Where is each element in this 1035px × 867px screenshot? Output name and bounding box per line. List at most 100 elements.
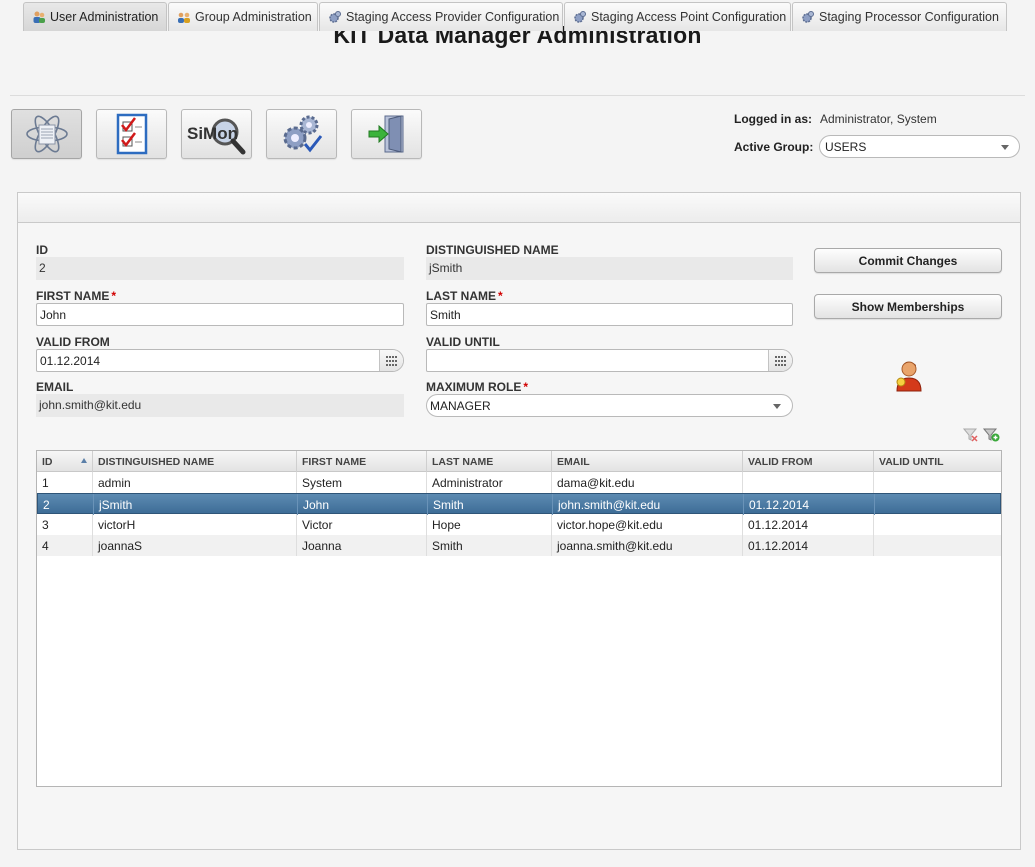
cell-distinguished-name: joannaS bbox=[93, 535, 297, 556]
sort-ascending-icon bbox=[81, 458, 87, 463]
tab-label: Staging Access Point Configuration bbox=[591, 10, 787, 24]
valid-until-input[interactable] bbox=[426, 349, 793, 372]
chevron-down-icon bbox=[1001, 145, 1009, 150]
column-header-id[interactable]: ID bbox=[37, 451, 93, 472]
cell-id: 3 bbox=[37, 514, 93, 535]
simon-search-icon: SiMon bbox=[187, 118, 245, 155]
maximum-role-label-text: MAXIMUM ROLE bbox=[426, 380, 522, 394]
cell-valid-until bbox=[874, 472, 1001, 493]
atom-data-icon bbox=[25, 115, 68, 153]
cell-last-name: Smith bbox=[428, 494, 553, 515]
active-group-value: USERS bbox=[825, 140, 867, 154]
calendar-icon[interactable] bbox=[768, 350, 792, 371]
email-field: john.smith@kit.edu bbox=[36, 394, 404, 417]
valid-from-input[interactable]: 01.12.2014 bbox=[36, 349, 404, 372]
user-avatar-icon bbox=[896, 361, 922, 392]
commit-changes-button[interactable]: Commit Changes bbox=[814, 248, 1002, 273]
tab-staging-access-provider[interactable]: Staging Access Provider Configuration bbox=[319, 2, 563, 31]
cell-email: dama@kit.edu bbox=[552, 472, 743, 493]
gear-icon bbox=[802, 11, 814, 23]
id-field: 2 bbox=[36, 257, 404, 280]
distinguished-name-value: jSmith bbox=[429, 261, 463, 275]
tab-group-administration[interactable]: Group Administration bbox=[168, 2, 318, 31]
cell-valid-from bbox=[743, 472, 874, 493]
tasks-button[interactable] bbox=[96, 109, 167, 159]
cell-last-name: Administrator bbox=[427, 472, 552, 493]
maximum-role-label: MAXIMUM ROLE * bbox=[426, 380, 528, 394]
active-group-select[interactable]: USERS bbox=[819, 135, 1020, 158]
cell-id: 4 bbox=[37, 535, 93, 556]
column-header-label: LAST NAME bbox=[432, 456, 494, 468]
gear-icon bbox=[329, 11, 341, 23]
tab-staging-processor[interactable]: Staging Processor Configuration bbox=[792, 2, 1007, 31]
logout-door-icon bbox=[368, 115, 403, 153]
cell-valid-from: 01.12.2014 bbox=[743, 535, 874, 556]
svg-text:SiMon: SiMon bbox=[187, 124, 238, 143]
first-name-input[interactable]: John bbox=[36, 303, 404, 326]
table-row[interactable]: 4 joannaS Joanna Smith joanna.smith@kit.… bbox=[37, 535, 1001, 556]
show-memberships-button[interactable]: Show Memberships bbox=[814, 294, 1002, 319]
column-header-valid-from[interactable]: VALID FROM bbox=[743, 451, 874, 472]
last-name-label-text: LAST NAME bbox=[426, 289, 496, 303]
table-row-selected[interactable]: 2 jSmith John Smith john.smith@kit.edu 0… bbox=[37, 493, 1001, 515]
cell-last-name: Hope bbox=[427, 514, 552, 535]
column-header-label: VALID UNTIL bbox=[879, 456, 944, 468]
checklist-icon bbox=[116, 113, 147, 155]
gear-icon bbox=[574, 11, 586, 23]
cell-id: 1 bbox=[37, 472, 93, 493]
required-marker: * bbox=[111, 289, 117, 303]
cell-distinguished-name: victorH bbox=[93, 514, 297, 535]
column-header-first-name[interactable]: FIRST NAME bbox=[297, 451, 427, 472]
column-header-label: FIRST NAME bbox=[302, 456, 367, 468]
cell-last-name: Smith bbox=[427, 535, 552, 556]
calendar-icon[interactable] bbox=[379, 350, 403, 371]
data-overview-button[interactable] bbox=[11, 109, 82, 159]
cell-id: 2 bbox=[38, 494, 94, 515]
last-name-value: Smith bbox=[430, 308, 461, 322]
tab-label: User Administration bbox=[50, 10, 159, 24]
table-row[interactable]: 1 admin System Administrator dama@kit.ed… bbox=[37, 472, 1001, 493]
cell-distinguished-name: jSmith bbox=[94, 494, 298, 515]
column-header-valid-until[interactable]: VALID UNTIL bbox=[874, 451, 1001, 472]
column-header-last-name[interactable]: LAST NAME bbox=[427, 451, 552, 472]
table-header: ID DISTINGUISHED NAME FIRST NAME LAST NA… bbox=[37, 451, 1001, 472]
last-name-input[interactable]: Smith bbox=[426, 303, 793, 326]
email-label: EMAIL bbox=[36, 380, 74, 394]
column-header-distinguished-name[interactable]: DISTINGUISHED NAME bbox=[93, 451, 297, 472]
logout-button[interactable] bbox=[351, 109, 422, 159]
column-header-email[interactable]: EMAIL bbox=[552, 451, 743, 472]
users-table: ID DISTINGUISHED NAME FIRST NAME LAST NA… bbox=[36, 450, 1002, 787]
maximum-role-select[interactable]: MANAGER bbox=[426, 394, 793, 417]
distinguished-name-label: DISTINGUISHED NAME bbox=[426, 243, 559, 257]
chevron-down-icon bbox=[773, 404, 781, 409]
column-header-label: DISTINGUISHED NAME bbox=[98, 456, 215, 468]
tab-label: Staging Processor Configuration bbox=[819, 10, 999, 24]
first-name-value: John bbox=[40, 308, 67, 322]
tab-staging-access-point[interactable]: Staging Access Point Configuration bbox=[564, 2, 791, 31]
table-row[interactable]: 3 victorH Victor Hope victor.hope@kit.ed… bbox=[37, 514, 1001, 535]
simon-monitoring-button[interactable]: SiMon bbox=[181, 109, 252, 159]
cell-first-name: Joanna bbox=[297, 535, 427, 556]
cell-first-name: John bbox=[298, 494, 428, 515]
distinguished-name-field: jSmith bbox=[426, 257, 793, 280]
required-marker: * bbox=[498, 289, 503, 303]
valid-until-label: VALID UNTIL bbox=[426, 335, 500, 349]
column-header-label: VALID FROM bbox=[748, 456, 813, 468]
cell-first-name: Victor bbox=[297, 514, 427, 535]
cell-valid-from: 01.12.2014 bbox=[743, 514, 874, 535]
valid-from-value: 01.12.2014 bbox=[40, 354, 101, 368]
tab-user-administration[interactable]: User Administration bbox=[23, 2, 167, 31]
active-group-label: Active Group: bbox=[734, 140, 814, 154]
required-marker: * bbox=[523, 380, 528, 394]
users-icon bbox=[33, 11, 45, 23]
cell-valid-until bbox=[874, 535, 1001, 556]
maximum-role-value: MANAGER bbox=[430, 399, 491, 413]
clear-filter-icon[interactable] bbox=[963, 427, 979, 442]
id-value: 2 bbox=[39, 261, 46, 275]
settings-button[interactable] bbox=[266, 109, 337, 159]
cell-distinguished-name: admin bbox=[93, 472, 297, 493]
cell-valid-until bbox=[874, 514, 1001, 535]
tab-bar bbox=[17, 192, 1021, 223]
last-name-label: LAST NAME * bbox=[426, 289, 503, 303]
add-filter-icon[interactable] bbox=[983, 427, 1000, 442]
